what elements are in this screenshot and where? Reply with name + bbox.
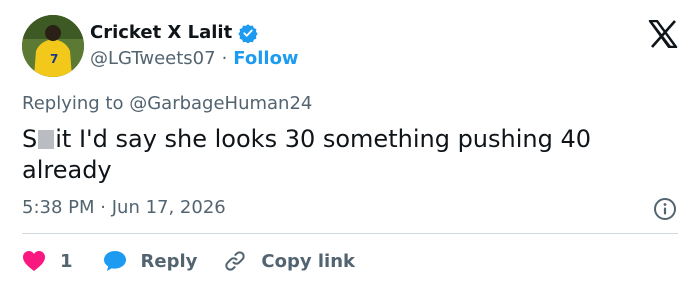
date-separator: ·: [100, 197, 106, 218]
replying-to-line: Replying to @GarbageHuman24: [22, 93, 312, 114]
censor-blur: [38, 130, 55, 149]
tweet-text: Sit I'd say she looks 30 something pushi…: [22, 124, 662, 186]
action-bar: 1 Reply Copy link: [22, 248, 355, 274]
verified-icon: [238, 23, 258, 44]
reply-button[interactable]: Reply: [103, 250, 198, 272]
like-button[interactable]: 1: [22, 250, 73, 272]
x-logo-icon[interactable]: [648, 19, 678, 49]
author-display-name[interactable]: Cricket X Lalit: [90, 22, 232, 43]
copy-link-button[interactable]: Copy link: [223, 249, 355, 273]
reply-label: Reply: [140, 250, 198, 272]
reply-bubble-icon: [103, 251, 126, 271]
link-icon: [225, 251, 246, 271]
replying-prefix: Replying to: [22, 93, 124, 114]
author-handle[interactable]: @LGTweets07: [90, 48, 216, 69]
svg-text:7: 7: [50, 52, 58, 66]
replying-to-mention[interactable]: @GarbageHuman24: [129, 93, 312, 114]
tweet-text-rest: it I'd say she looks 30 something pushin…: [22, 125, 592, 184]
timestamp-row: 5:38 PM · Jun 17, 2026: [22, 197, 226, 218]
separator-dot: ·: [221, 48, 228, 69]
divider: [22, 233, 678, 234]
handle-row: @LGTweets07 · Follow: [90, 48, 299, 69]
tweet-time[interactable]: 5:38 PM: [22, 197, 95, 218]
copy-link-label: Copy link: [261, 250, 355, 272]
heart-icon: [23, 251, 45, 271]
follow-button[interactable]: Follow: [233, 48, 298, 69]
info-icon[interactable]: [653, 197, 677, 221]
tweet-text-start: S: [22, 125, 38, 153]
like-count: 1: [60, 250, 73, 272]
tweet-date[interactable]: Jun 17, 2026: [112, 197, 226, 218]
avatar[interactable]: 7: [22, 15, 84, 77]
author-name-row: Cricket X Lalit: [90, 22, 258, 44]
